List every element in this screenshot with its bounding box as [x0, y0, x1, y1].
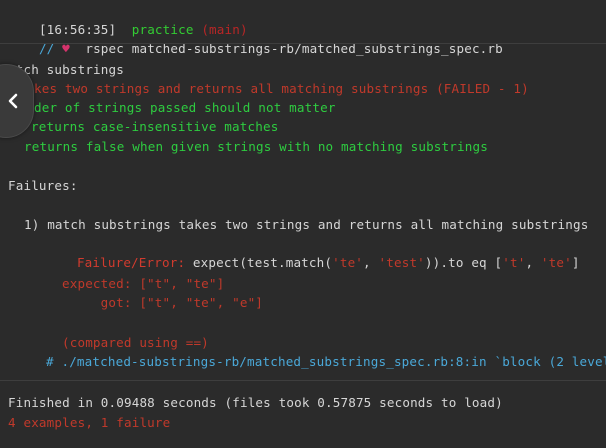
summary-finished: Finished in 0.09488 seconds (files took … [8, 395, 503, 410]
expected-line: expected: ["t", "te"] [62, 276, 225, 291]
summary-counts: 4 examples, 1 failure [8, 415, 171, 430]
prompt-line: [16:56:35] practice (main) [8, 1, 248, 37]
backtrace-line: # ./matched-substrings-rb/matched_substr… [46, 354, 606, 369]
failure-error-line: Failure/Error: expect(test.match('te', '… [46, 234, 580, 270]
code-arg: 'test' [378, 255, 425, 270]
divider [0, 380, 606, 381]
terminal-window[interactable]: [16:56:35] practice (main) // ♥ rspec ma… [0, 0, 606, 448]
back-button[interactable] [0, 64, 34, 138]
code-end: ] [571, 255, 580, 270]
divider [0, 43, 606, 44]
code-separator: , [525, 255, 541, 270]
code-prefix: expect(test.match( [192, 255, 333, 270]
failure-error-label: Failure/Error: [76, 255, 186, 270]
failed-example: kes two strings and returns all matching… [34, 81, 529, 96]
code-separator: , [363, 255, 379, 270]
failure-title: 1) match substrings takes two strings an… [24, 217, 589, 232]
passed-example: der of strings passed should not matter [34, 100, 336, 115]
code-middle: )).to eq [ [424, 255, 503, 270]
command-line: // ♥ rspec matched-substrings-rb/matched… [8, 20, 503, 56]
passed-example: returns false when given strings with no… [24, 139, 488, 154]
passed-example: returns case-insensitive matches [31, 119, 279, 134]
compared-line: (compared using ==) [62, 335, 209, 350]
code-expected-value: 't' [502, 255, 526, 270]
got-line: got: ["t", "te", "e"] [62, 295, 264, 310]
chevron-left-icon [7, 93, 19, 109]
failures-heading: Failures: [8, 178, 78, 193]
code-arg: 'te' [332, 255, 364, 270]
code-expected-value: 'te' [540, 255, 572, 270]
